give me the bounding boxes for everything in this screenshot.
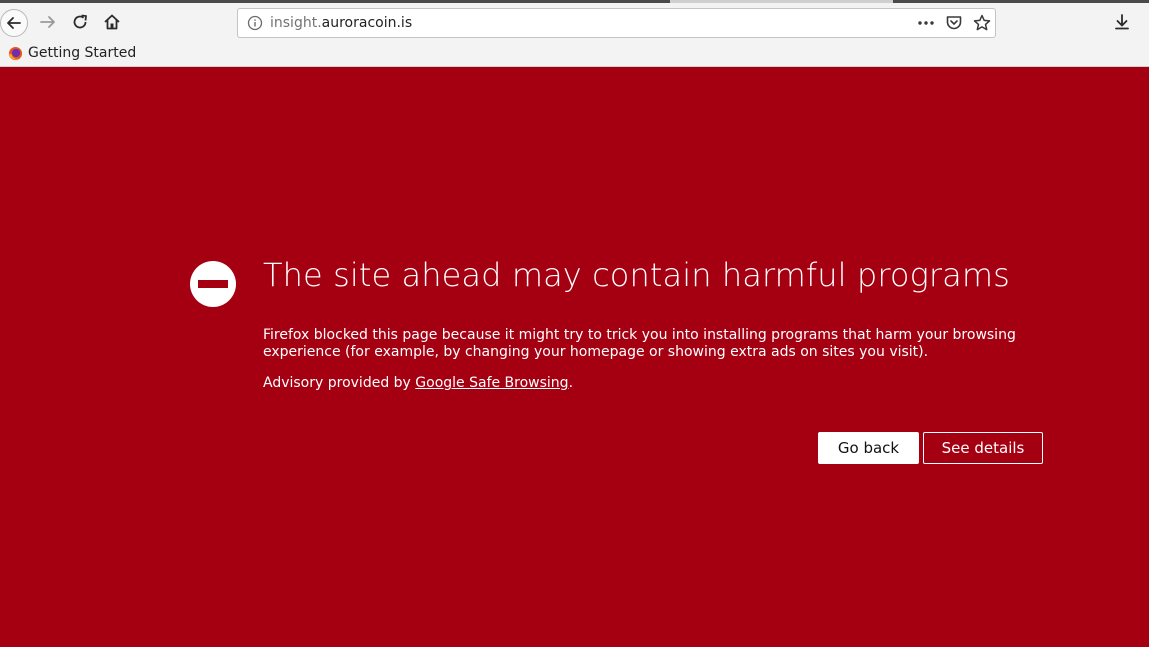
home-icon <box>104 14 120 30</box>
warning-description: Firefox blocked this page because it mig… <box>263 327 1016 360</box>
blocked-page: The site ahead may contain harmful progr… <box>0 67 1149 647</box>
reload-icon <box>73 14 87 29</box>
reload-button[interactable] <box>68 3 92 41</box>
url-text[interactable]: insight.auroracoin.is <box>270 15 412 31</box>
url-domain: auroracoin.is <box>321 15 413 31</box>
back-arrow-icon <box>7 17 21 29</box>
more-actions-icon[interactable] <box>916 13 936 33</box>
bookmark-getting-started[interactable]: Getting Started <box>8 45 136 61</box>
safe-browsing-link[interactable]: Google Safe Browsing <box>415 375 568 391</box>
info-icon[interactable] <box>247 15 263 31</box>
home-button[interactable] <box>100 3 124 41</box>
navigation-toolbar: insight.auroracoin.is <box>0 3 1149 41</box>
go-back-button[interactable]: Go back <box>818 432 919 464</box>
url-bar[interactable]: insight.auroracoin.is <box>237 8 996 38</box>
pocket-icon[interactable] <box>944 13 964 33</box>
download-icon <box>1115 14 1129 30</box>
back-button[interactable] <box>0 9 28 37</box>
page-title: The site ahead may contain harmful progr… <box>263 256 1010 294</box>
see-details-button[interactable]: See details <box>923 432 1043 464</box>
advisory-suffix: . <box>568 375 574 391</box>
stop-sign-icon <box>190 261 236 307</box>
firefox-logo-icon <box>8 46 23 60</box>
bookmark-star-icon[interactable] <box>972 13 992 33</box>
forward-button[interactable] <box>36 3 60 41</box>
stop-sign-bar <box>198 280 228 288</box>
url-subdomain: insight. <box>270 15 322 31</box>
forward-arrow-icon <box>40 16 55 28</box>
library-button[interactable] <box>1140 3 1149 41</box>
bookmarks-toolbar: Getting Started <box>0 41 1149 67</box>
downloads-button[interactable] <box>1111 3 1133 41</box>
advisory-prefix: Advisory provided by <box>263 375 416 391</box>
bookmark-label: Getting Started <box>28 45 137 61</box>
advisory-text: Advisory provided by Google Safe Browsin… <box>263 375 573 391</box>
